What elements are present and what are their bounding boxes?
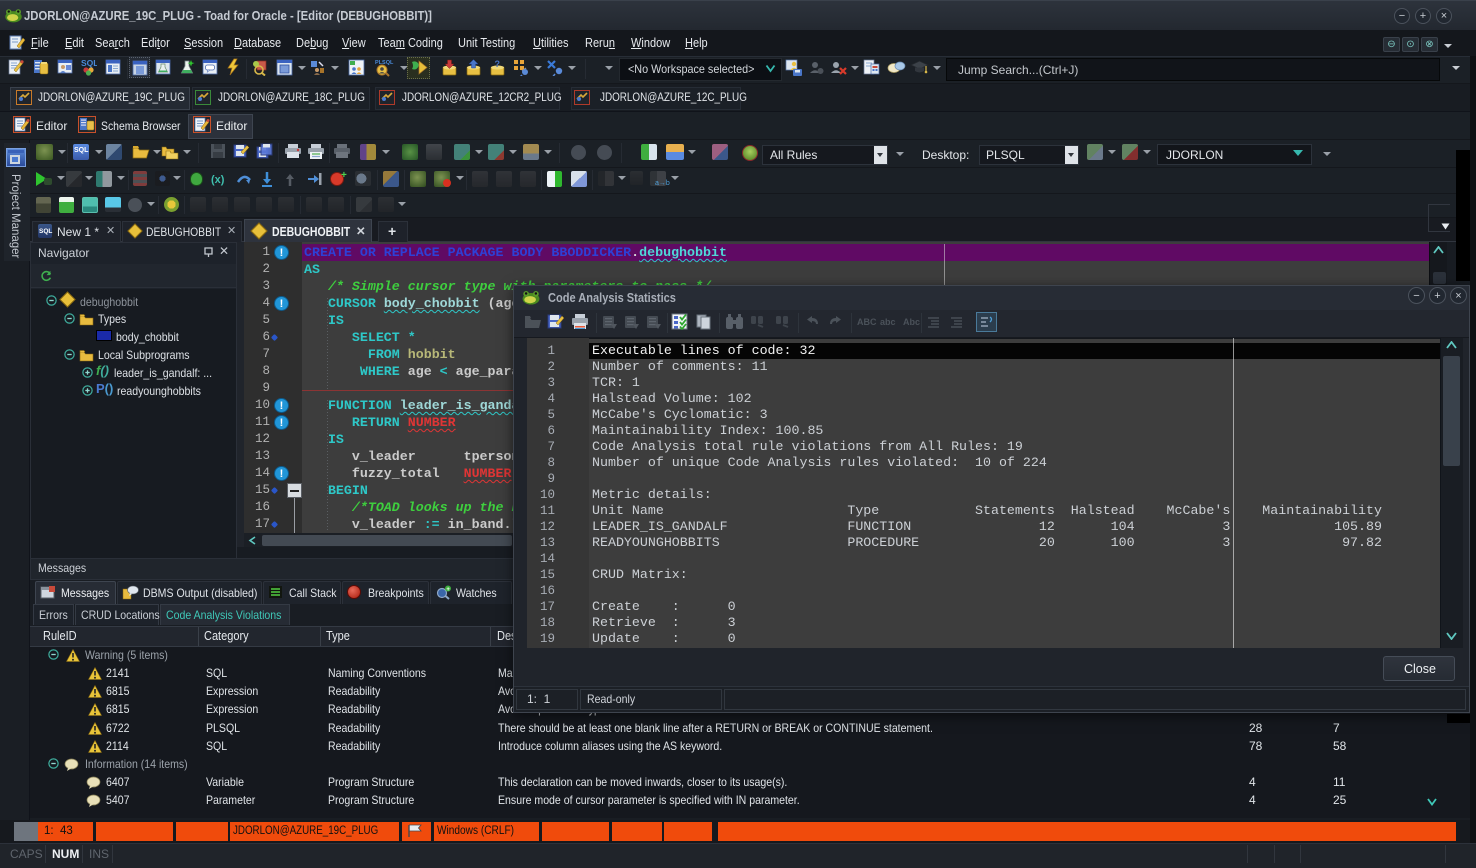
svg-text:+: +: [446, 587, 450, 593]
svg-text:SQL: SQL: [81, 58, 97, 68]
svg-text:?: ?: [495, 59, 501, 69]
